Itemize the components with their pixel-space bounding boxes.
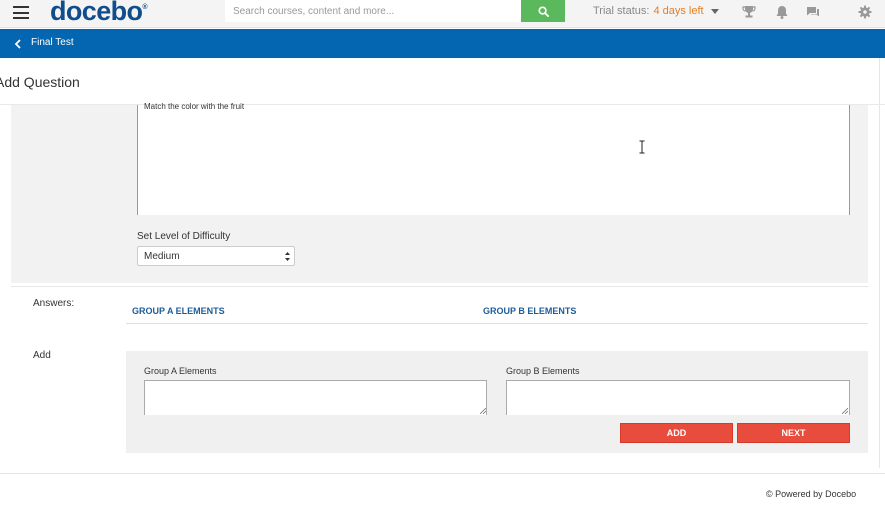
- back-chevron-icon[interactable]: [14, 39, 22, 49]
- course-nav-bar: Final Test: [0, 29, 885, 58]
- group-a-column-header[interactable]: GROUP A ELEMENTS: [132, 306, 225, 316]
- trial-label: Trial status:: [593, 5, 650, 17]
- difficulty-value: Medium: [144, 250, 180, 262]
- bell-icon[interactable]: [774, 4, 790, 20]
- chevron-down-icon: [710, 8, 719, 14]
- add-button[interactable]: ADD: [620, 423, 733, 443]
- top-header: docebo® Trial status: 4 days left: [0, 0, 885, 28]
- section-divider: [11, 286, 868, 287]
- logo-trademark: ®: [142, 4, 147, 11]
- page-title: Add Question: [0, 74, 80, 90]
- trial-days: 4 days left: [653, 5, 704, 17]
- trophy-icon[interactable]: [741, 4, 757, 20]
- text-cursor-icon: [639, 140, 645, 154]
- breadcrumb-final-test[interactable]: Final Test: [31, 37, 74, 48]
- difficulty-label: Set Level of Difficulty: [137, 231, 231, 242]
- search-bar: [225, 0, 565, 22]
- logo-text: docebo: [50, 0, 143, 26]
- group-a-elements-label: Group A Elements: [144, 366, 217, 376]
- chat-icon[interactable]: [805, 4, 821, 20]
- answers-header-divider: [126, 323, 868, 324]
- group-b-elements-input[interactable]: [506, 380, 850, 415]
- next-button[interactable]: NEXT: [737, 423, 850, 443]
- resize-grip-icon[interactable]: [480, 408, 486, 414]
- search-button[interactable]: [521, 0, 565, 22]
- question-text: Match the color with the fruit: [144, 102, 245, 111]
- question-text-editor[interactable]: Match the color with the fruit: [137, 102, 850, 215]
- group-b-elements-label: Group B Elements: [506, 366, 580, 376]
- search-icon: [537, 5, 549, 17]
- footer-powered-by: © Powered by Docebo: [766, 489, 857, 499]
- search-input[interactable]: [225, 0, 521, 22]
- footer-divider: [0, 473, 885, 474]
- gear-icon[interactable]: [857, 4, 873, 20]
- resize-grip-icon[interactable]: [842, 408, 848, 414]
- select-arrows-icon: [285, 252, 290, 261]
- content-right-border: [879, 58, 880, 468]
- difficulty-select[interactable]: Medium: [137, 246, 295, 266]
- group-b-column-header[interactable]: GROUP B ELEMENTS: [483, 306, 576, 316]
- add-label: Add: [33, 350, 51, 361]
- trial-status-dropdown[interactable]: Trial status: 4 days left: [579, 0, 725, 22]
- docebo-logo[interactable]: docebo®: [50, 0, 148, 27]
- answers-label: Answers:: [33, 298, 75, 309]
- menu-icon[interactable]: [13, 6, 29, 20]
- group-a-elements-input[interactable]: [144, 380, 487, 415]
